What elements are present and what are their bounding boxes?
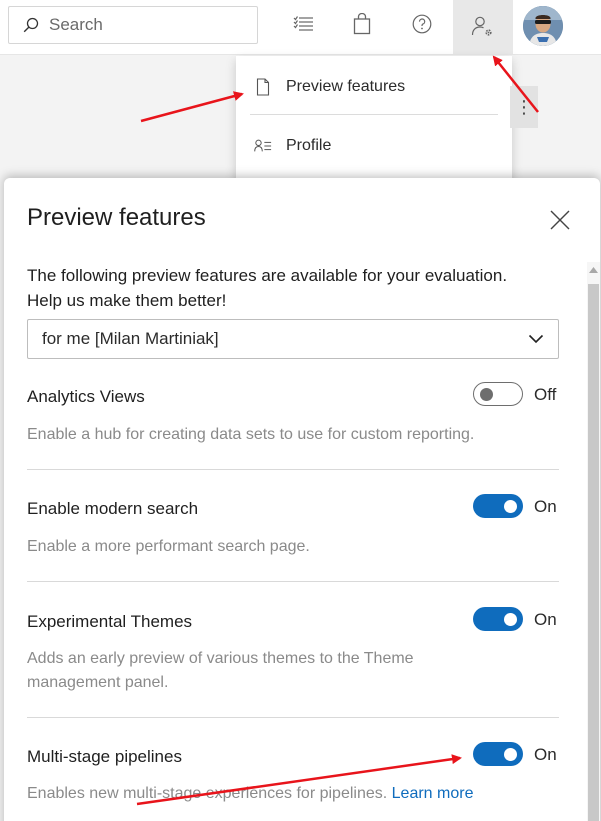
avatar[interactable] [523,6,563,46]
feature-divider [27,581,559,582]
user-settings-button[interactable] [453,0,513,54]
top-bar [0,0,601,55]
help-button[interactable] [402,4,442,44]
toggle-knob [504,613,517,626]
document-icon [254,78,272,96]
scroll-up-arrow[interactable] [588,264,599,276]
marketplace-button[interactable] [342,4,382,44]
scrollbar-thumb[interactable] [588,284,599,821]
toggle-state-label: On [534,610,557,629]
menu-divider [250,114,498,115]
toggle-state-label: On [534,497,557,516]
toggle-state-label: On [534,745,557,764]
feature-description: Enable a more performant search page. [27,538,310,555]
feature-toggle[interactable] [473,607,523,631]
scope-select[interactable]: for me [Milan Martiniak] [27,319,559,359]
toggle-knob [480,388,493,401]
menu-item-profile[interactable]: Profile [236,123,512,169]
toggle-knob [504,500,517,513]
search-icon [23,17,39,33]
feature-description: Adds an early preview of various themes … [27,650,414,691]
feature-divider [27,469,559,470]
profile-icon [254,137,272,155]
feature-toggle[interactable] [473,494,523,518]
feature-name: Experimental Themes [27,612,193,631]
menu-item-label: Preview features [286,78,406,95]
feature-name: Enable modern search [27,499,199,518]
menu-item-label: Profile [286,137,332,154]
feature-description-text: Enables new multi-stage experiences for … [27,785,388,802]
feature-description: Enables new multi-stage experiences for … [27,782,547,806]
feature-description: Enable a hub for creating data sets to u… [27,426,475,443]
learn-more-link[interactable]: Learn more [392,785,474,802]
shopping-bag-icon [353,13,371,35]
annotation-arrow [140,91,244,123]
feature-toggle[interactable] [473,382,523,406]
screen: Preview features Profile ⋮ Preview featu… [0,0,601,821]
user-photo [523,6,563,46]
toggle-state-label: Off [534,385,557,404]
menu-item-preview-features[interactable]: Preview features [236,64,512,110]
panel-title: Preview features [27,204,206,231]
user-settings-icon [471,16,492,36]
panel-intro: The following preview features are avail… [27,266,508,310]
chevron-down-icon [528,334,544,344]
user-menu: Preview features Profile [236,56,512,196]
search-box[interactable] [8,6,258,44]
preview-features-panel: Preview features The following preview f… [4,178,600,821]
feature-name: Analytics Views [27,387,145,406]
feature-toggle[interactable] [473,742,523,766]
scope-select-value: for me [Milan Martiniak] [42,329,219,348]
more-vertical-icon: ⋮ [515,96,533,117]
close-icon[interactable] [548,208,572,232]
more-actions-button[interactable]: ⋮ [510,86,538,128]
feature-divider [27,717,559,718]
list-icon [293,16,313,31]
help-icon [412,14,432,34]
work-items-button[interactable] [284,4,324,44]
feature-name: Multi-stage pipelines [27,747,182,766]
toggle-knob [504,748,517,761]
search-input[interactable] [47,14,251,36]
